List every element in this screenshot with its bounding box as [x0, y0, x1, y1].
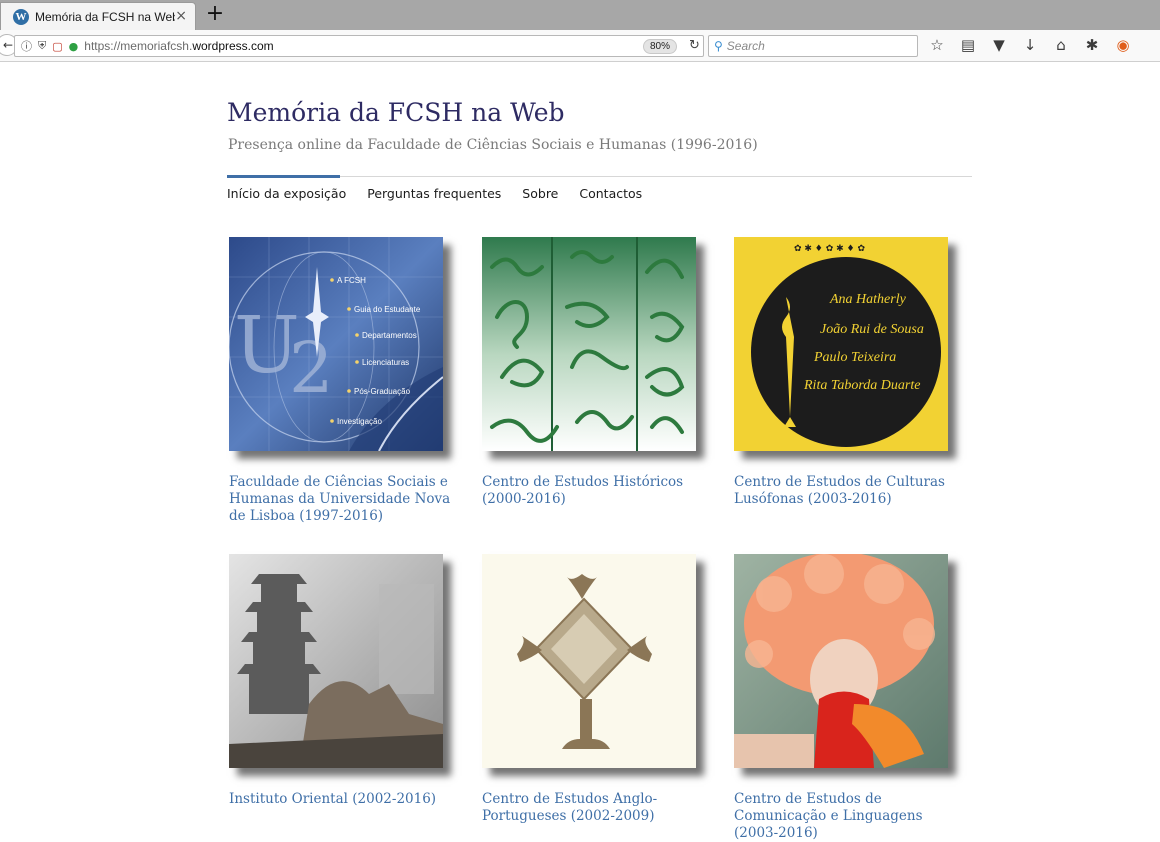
url-bar[interactable]: ⓘ ⛨ ▢ ● https://memoriafcsh.wordpress.co… [14, 35, 704, 57]
gallery-card[interactable]: Centro de Estudos de Comunicação e Lingu… [734, 554, 964, 842]
search-bar[interactable]: ⚲ Search [708, 35, 918, 57]
info-icon[interactable]: ⓘ [21, 38, 32, 54]
pocket-icon[interactable]: ▼ [990, 36, 1008, 54]
card-caption-link[interactable]: Centro de Estudos Anglo-Portugueses (200… [482, 791, 712, 825]
addon-icon[interactable]: ◉ [1114, 36, 1132, 54]
svg-text:✿ ✱ ♦ ✿ ✱ ♦ ✿: ✿ ✱ ♦ ✿ ✱ ♦ ✿ [794, 244, 865, 254]
gallery-card[interactable]: U 2 A FCSH Guia do Estudante Departament… [229, 237, 459, 525]
browser-tab[interactable]: W Memória da FCSH na Web – × [0, 2, 196, 30]
image-label: Guia do Estudante [354, 305, 421, 314]
reload-icon[interactable]: ↻ [689, 38, 700, 53]
card-image[interactable] [482, 237, 696, 451]
toolbar-icons: ☆ ▤ ▼ ↓ ⌂ ✱ ◉ [928, 36, 1132, 54]
gallery-card[interactable]: ✿ ✱ ♦ ✿ ✱ ♦ ✿ Ana Hatherly João Rui de S… [734, 237, 964, 508]
tab-title: Memória da FCSH na Web – [35, 9, 175, 24]
image-label: Investigação [337, 417, 382, 426]
zoom-level-badge[interactable]: 80% [643, 39, 677, 54]
search-placeholder: Search [726, 39, 765, 53]
image-label: Paulo Teixeira [813, 350, 896, 365]
menu-item-contactos[interactable]: Contactos [579, 186, 642, 201]
site-title[interactable]: Memória da FCSH na Web [227, 98, 565, 127]
image-label: Rita Taborda Duarte [803, 378, 920, 393]
home-icon[interactable]: ⌂ [1052, 36, 1070, 54]
reading-list-icon[interactable]: ▤ [959, 36, 977, 54]
menu-item-perguntas[interactable]: Perguntas frequentes [367, 186, 501, 201]
menu-item-sobre[interactable]: Sobre [522, 186, 558, 201]
card-image[interactable]: ✿ ✱ ♦ ✿ ✱ ♦ ✿ Ana Hatherly João Rui de S… [734, 237, 948, 451]
image-label: A FCSH [337, 276, 366, 285]
shield-icon[interactable]: ⛨ [38, 39, 46, 53]
card-image[interactable] [229, 554, 443, 768]
navigation-toolbar: ← ⓘ ⛨ ▢ ● https://memoriafcsh.wordpress.… [0, 30, 1160, 62]
card-caption-link[interactable]: Centro de Estudos de Culturas Lusófonas … [734, 474, 964, 508]
card-image[interactable] [734, 554, 948, 768]
gallery-card[interactable]: Centro de Estudos Históricos (2000-2016) [482, 237, 712, 508]
search-icon: ⚲ [714, 39, 723, 53]
blocked-content-icon[interactable]: ▢ [52, 40, 62, 53]
close-tab-icon[interactable]: × [175, 8, 187, 24]
gallery-card[interactable]: Instituto Oriental (2002-2016) [229, 554, 459, 808]
extension-icon[interactable]: ✱ [1083, 36, 1101, 54]
card-image[interactable]: U 2 A FCSH Guia do Estudante Departament… [229, 237, 443, 451]
svg-text:2: 2 [289, 327, 334, 409]
card-caption-link[interactable]: Faculdade de Ciências Sociais e Humanas … [229, 474, 459, 525]
image-label: Licenciaturas [362, 358, 409, 367]
menu-item-inicio[interactable]: Início da exposição [227, 186, 346, 201]
active-menu-indicator [227, 175, 340, 178]
url-text[interactable]: https://memoriafcsh.wordpress.com [84, 39, 273, 53]
gallery-card[interactable]: Centro de Estudos Anglo-Portugueses (200… [482, 554, 712, 825]
new-tab-button[interactable]: + [202, 2, 228, 28]
card-caption-link[interactable]: Instituto Oriental (2002-2016) [229, 791, 459, 808]
image-label: Pós-Graduação [354, 387, 411, 396]
image-label: Ana Hatherly [829, 292, 907, 307]
main-menu: Início da exposição Perguntas frequentes… [227, 186, 642, 201]
image-label: João Rui de Sousa [820, 322, 924, 337]
tab-strip: W Memória da FCSH na Web – × + [0, 0, 1160, 30]
bookmark-star-icon[interactable]: ☆ [928, 36, 946, 54]
site-description: Presença online da Faculdade de Ciências… [228, 137, 758, 153]
card-caption-link[interactable]: Centro de Estudos de Comunicação e Lingu… [734, 791, 964, 842]
download-icon[interactable]: ↓ [1021, 36, 1039, 54]
image-label: Departamentos [362, 331, 417, 340]
wordpress-icon: W [13, 8, 29, 25]
card-caption-link[interactable]: Centro de Estudos Históricos (2000-2016) [482, 474, 712, 508]
card-image[interactable] [482, 554, 696, 768]
lock-icon[interactable]: ● [69, 40, 79, 53]
